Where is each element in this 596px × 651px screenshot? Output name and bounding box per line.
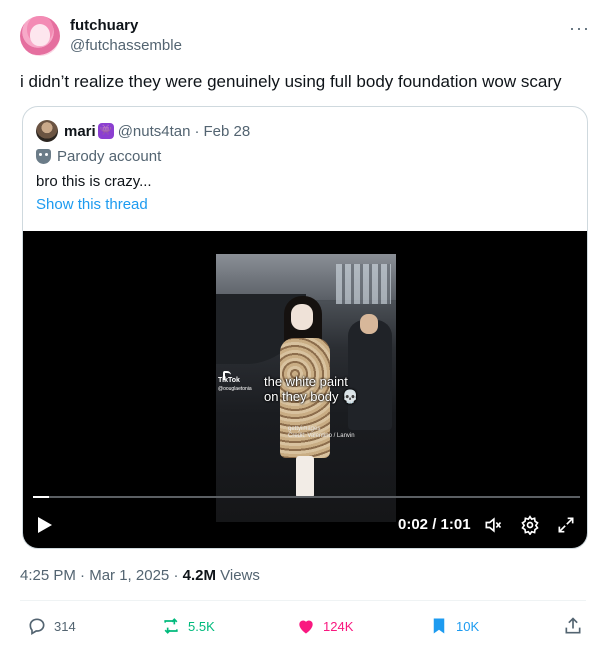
quote-handle: @nuts4tan [117, 122, 191, 140]
credit-line-2: Credit: Valentino / Lanvin [288, 433, 355, 439]
actions-divider [20, 600, 586, 601]
play-icon[interactable] [38, 517, 52, 533]
tweet-time[interactable]: 4:25 PM [20, 567, 76, 584]
video-player[interactable]: TikTok @oouglaetonia the white paint on … [23, 231, 587, 548]
quote-date: Feb 28 [203, 122, 251, 140]
bookmark-button[interactable]: 10K [428, 615, 479, 637]
video-frame: TikTok @oouglaetonia the white paint on … [216, 254, 396, 522]
show-thread-link[interactable]: Show this thread [36, 196, 148, 213]
volume-icon[interactable] [482, 514, 504, 536]
bookmark-icon [428, 615, 450, 637]
credit-line-1: gettyimages [288, 426, 321, 432]
figure-legs [296, 456, 314, 498]
alien-monster-icon: 👾 [97, 123, 114, 139]
video-progress-bar[interactable] [33, 496, 580, 498]
tiktok-watermark: TikTok @oouglaetonia [218, 377, 252, 393]
quote-separator: · [194, 122, 200, 140]
bookmark-count: 10K [456, 618, 480, 634]
quote-display-name: mari [64, 122, 96, 140]
quote-header: mari 👾 @nuts4tan · Feb 28 [36, 120, 251, 142]
video-caption-overlay: the white paint on they body 💀 [264, 374, 358, 404]
more-options-icon[interactable]: ··· [569, 18, 590, 39]
reply-count: 314 [54, 618, 76, 634]
action-bar: 314 5.5K 124K 10K [20, 612, 586, 642]
parody-label: Parody account [57, 148, 162, 165]
author-names: futchuary @futchassemble [70, 16, 182, 56]
overlay-line-1: the white paint [264, 374, 348, 389]
tiktok-label: TikTok [218, 377, 240, 384]
share-icon [562, 615, 584, 637]
author-avatar[interactable] [20, 16, 60, 56]
author-display-name[interactable]: futchuary [70, 16, 182, 36]
quoted-tweet[interactable]: mari 👾 @nuts4tan · Feb 28 Parody account… [22, 106, 588, 549]
parody-mask-icon [36, 149, 51, 164]
meta-sep-1: · [80, 567, 86, 584]
quote-avatar [36, 120, 58, 142]
retweet-icon [160, 615, 182, 637]
like-count: 124K [323, 618, 354, 634]
video-progress-fill [33, 496, 50, 498]
tweet-text: i didn’t realize they were genuinely usi… [20, 72, 562, 91]
views-count: 4.2M [182, 567, 216, 584]
heart-icon [295, 615, 317, 637]
reply-button[interactable]: 314 [26, 615, 76, 637]
tweet-meta: 4:25 PM · Mar 1, 2025 · 4.2M Views [20, 567, 260, 584]
like-button[interactable]: 124K [295, 615, 353, 637]
tweet-date[interactable]: Mar 1, 2025 [89, 567, 169, 584]
views-label: Views [220, 567, 260, 584]
figure-face [291, 304, 313, 330]
settings-gear-icon[interactable] [519, 514, 541, 536]
overlay-line-2: on they body 💀 [264, 389, 359, 404]
meta-sep-2: · [173, 567, 179, 584]
retweet-button[interactable]: 5.5K [160, 615, 215, 637]
quote-text: bro this is crazy... [36, 173, 152, 190]
retweet-count: 5.5K [188, 618, 215, 634]
author-handle[interactable]: @futchassemble [70, 36, 182, 56]
share-button[interactable] [562, 615, 590, 637]
tiktok-user: @oouglaetonia [218, 386, 252, 392]
getty-credit: gettyimages Credit: Valentino / Lanvin [288, 426, 355, 440]
fullscreen-icon[interactable] [555, 514, 577, 536]
video-time: 0:02 / 1:01 [398, 516, 471, 533]
tweet-header: futchuary @futchassemble ··· [20, 14, 590, 58]
reply-icon [26, 615, 48, 637]
parody-label-row: Parody account [36, 148, 161, 165]
